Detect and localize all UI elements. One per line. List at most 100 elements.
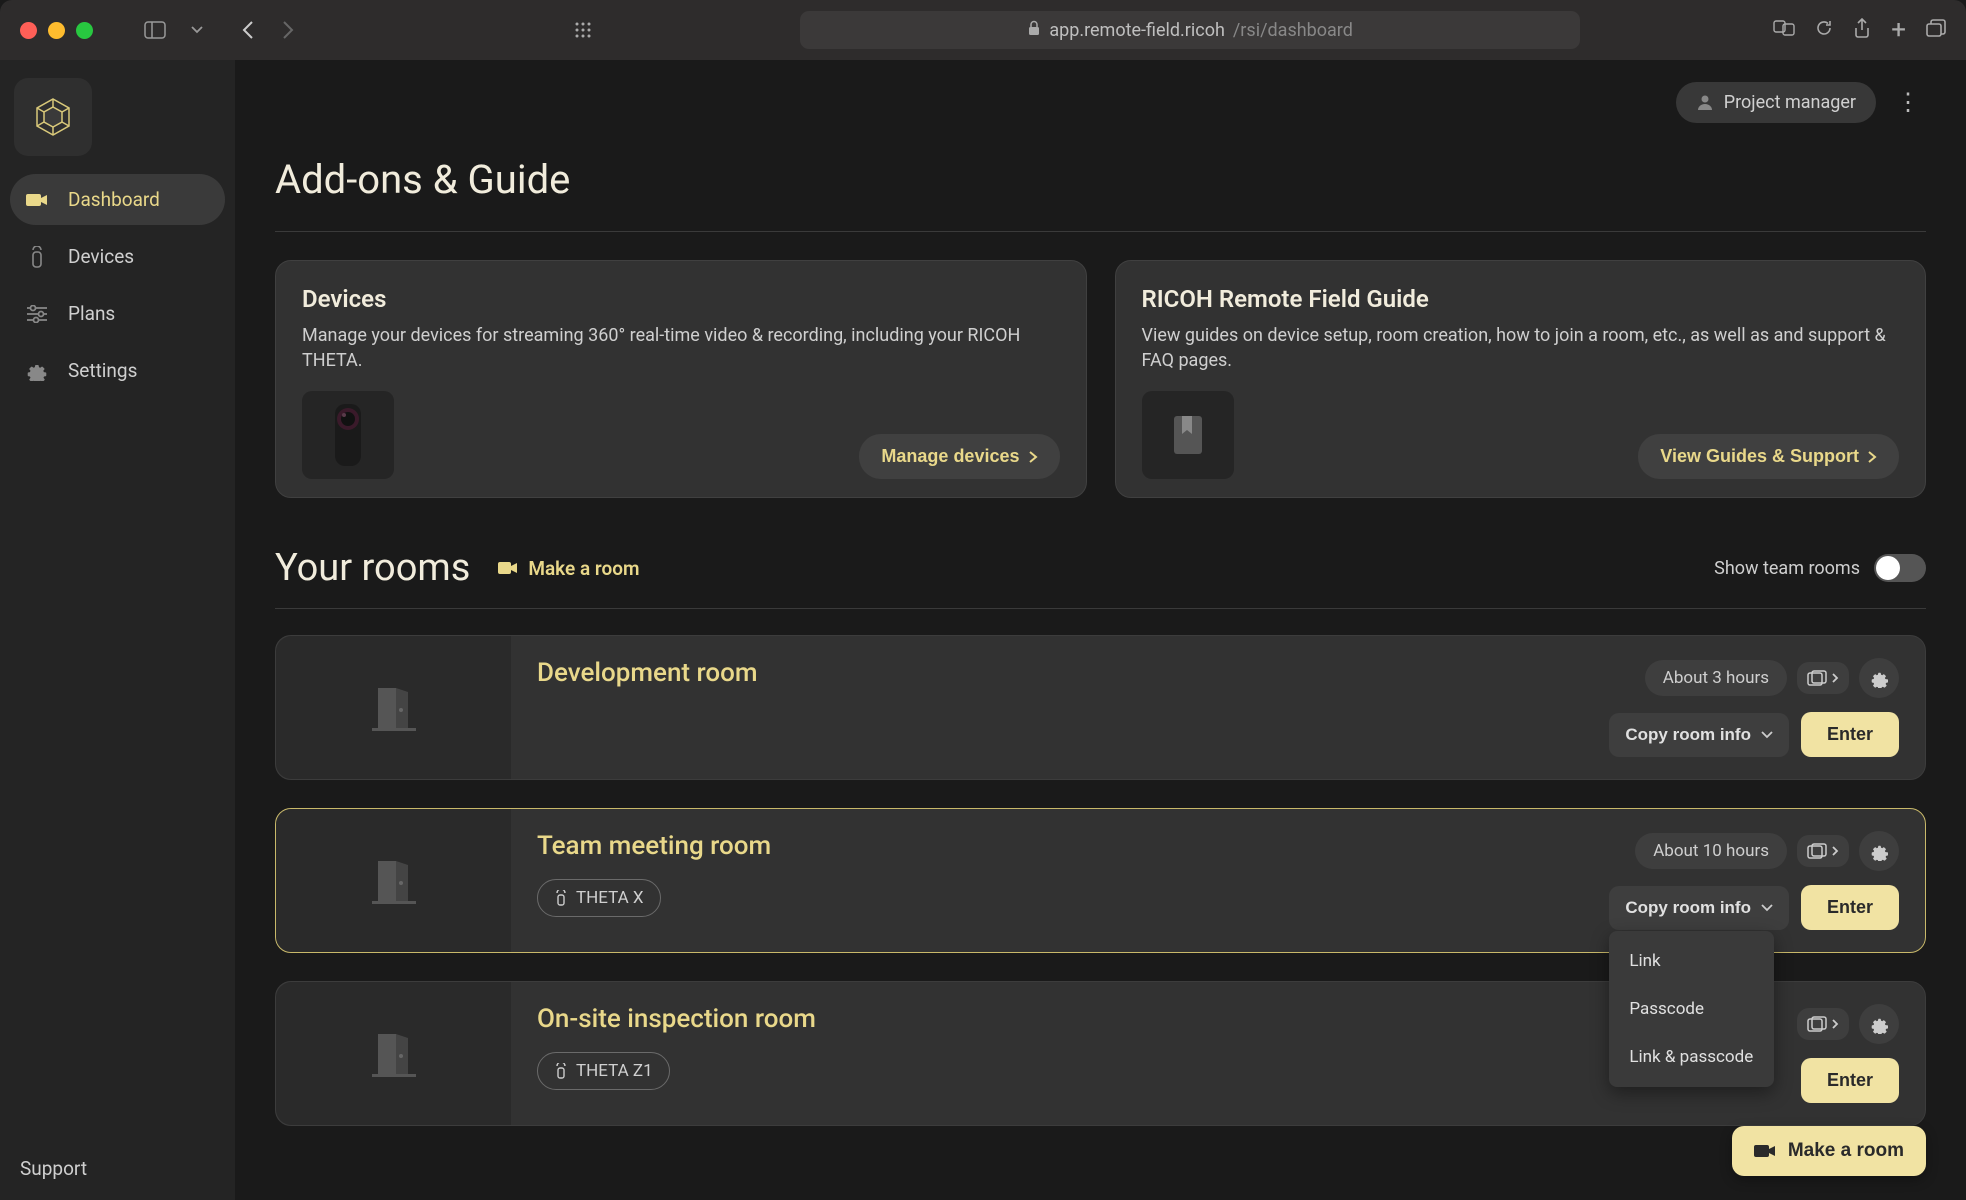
remote-icon	[554, 1063, 568, 1079]
new-tab-icon[interactable]: +	[1891, 15, 1906, 45]
reload-icon[interactable]	[1815, 19, 1833, 41]
maximize-window-button[interactable]	[76, 22, 93, 39]
more-menu-button[interactable]: ⋮	[1890, 82, 1926, 122]
room-name[interactable]: Development room	[537, 658, 758, 688]
room-name[interactable]: On-site inspection room	[537, 1004, 816, 1034]
gear-icon	[1869, 841, 1889, 861]
make-room-fab[interactable]: Make a room	[1732, 1126, 1926, 1176]
button-label: View Guides & Support	[1660, 446, 1859, 467]
gear-icon	[1869, 1014, 1889, 1034]
chevron-down-icon	[1761, 731, 1773, 739]
forward-button[interactable]	[273, 16, 301, 44]
device-label: THETA Z1	[576, 1061, 653, 1081]
card-desc: Manage your devices for streaming 360° r…	[302, 323, 1060, 373]
enter-room-button[interactable]: Enter	[1801, 712, 1899, 757]
chevron-down-icon[interactable]	[183, 16, 211, 44]
camera-icon	[26, 192, 48, 208]
copy-room-info-button[interactable]: Copy room info	[1609, 886, 1789, 930]
minimize-window-button[interactable]	[48, 22, 65, 39]
window-controls	[20, 22, 93, 39]
make-room-link[interactable]: Make a room	[498, 557, 639, 580]
chevron-right-icon	[1831, 845, 1839, 857]
device-chip[interactable]: THETA Z1	[537, 1052, 670, 1090]
copy-menu-link[interactable]: Link	[1609, 937, 1774, 985]
door-icon	[372, 857, 416, 905]
chevron-right-icon	[1867, 450, 1877, 464]
sidebar-item-settings[interactable]: Settings	[10, 345, 225, 396]
close-window-button[interactable]	[20, 22, 37, 39]
enter-room-button[interactable]: Enter	[1801, 885, 1899, 930]
address-bar[interactable]: app.remote-field.ricoh/rsi/dashboard	[800, 11, 1580, 49]
sidebar-item-plans[interactable]: Plans	[10, 288, 225, 339]
copy-menu-link-passcode[interactable]: Link & passcode	[1609, 1033, 1774, 1081]
show-team-rooms-label: Show team rooms	[1714, 558, 1860, 579]
copy-label: Copy room info	[1625, 898, 1751, 918]
button-label: Manage devices	[881, 446, 1019, 467]
user-role-label: Project manager	[1724, 92, 1856, 113]
sidebar-item-dashboard[interactable]: Dashboard	[10, 174, 225, 225]
card-title: Devices	[302, 285, 1060, 313]
support-link[interactable]: Support	[0, 1137, 235, 1200]
chevron-right-icon	[1831, 1018, 1839, 1030]
nav-label: Dashboard	[68, 188, 160, 211]
show-team-rooms-toggle[interactable]	[1874, 554, 1926, 582]
chevron-down-icon	[1761, 904, 1773, 912]
card-desc: View guides on device setup, room creati…	[1142, 323, 1900, 373]
device-chip[interactable]: THETA X	[537, 879, 661, 917]
lock-icon	[1027, 20, 1041, 41]
view-guides-button[interactable]: View Guides & Support	[1638, 434, 1899, 479]
room-card: Team meeting room THETA X About 10 hours	[275, 808, 1926, 953]
room-time-badge: About 3 hours	[1645, 660, 1787, 696]
sliders-icon	[26, 305, 48, 323]
copy-room-info-button[interactable]: Copy room info	[1609, 713, 1789, 757]
back-button[interactable]	[235, 16, 263, 44]
room-settings-button[interactable]	[1859, 831, 1899, 871]
gallery-icon	[1807, 670, 1827, 686]
sidebar: Dashboard Devices Plans Settings Support	[0, 60, 235, 1200]
gallery-icon	[1807, 843, 1827, 859]
sidebar-item-devices[interactable]: Devices	[10, 231, 225, 282]
tabs-overview-icon[interactable]	[1926, 19, 1946, 41]
gallery-button[interactable]	[1797, 835, 1849, 867]
gallery-button[interactable]	[1797, 662, 1849, 694]
room-name[interactable]: Team meeting room	[537, 831, 771, 861]
chevron-right-icon	[1831, 672, 1839, 684]
divider	[275, 608, 1926, 609]
manage-devices-button[interactable]: Manage devices	[859, 434, 1059, 479]
chevron-right-icon	[1028, 450, 1038, 464]
copy-menu-passcode[interactable]: Passcode	[1609, 985, 1774, 1033]
copy-label: Copy room info	[1625, 725, 1751, 745]
gallery-button[interactable]	[1797, 1008, 1849, 1040]
fab-label: Make a room	[1788, 1140, 1904, 1162]
device-label: THETA X	[576, 888, 644, 908]
nav-label: Settings	[68, 359, 137, 382]
room-thumbnail	[276, 636, 511, 779]
share-icon[interactable]	[1853, 18, 1871, 42]
user-icon	[1696, 93, 1714, 111]
copy-room-info-menu: Link Passcode Link & passcode	[1609, 931, 1774, 1087]
translate-icon[interactable]	[1773, 19, 1795, 41]
room-settings-button[interactable]	[1859, 658, 1899, 698]
main-content: Project manager ⋮ Add-ons & Guide Device…	[235, 60, 1966, 1200]
card-title: RICOH Remote Field Guide	[1142, 285, 1900, 313]
sidebar-toggle-icon[interactable]	[141, 16, 169, 44]
addons-title: Add-ons & Guide	[275, 156, 1926, 203]
apps-grid-icon[interactable]	[569, 16, 597, 44]
enter-room-button[interactable]: Enter	[1801, 1058, 1899, 1103]
room-thumbnail	[276, 982, 511, 1125]
guide-thumbnail	[1142, 391, 1234, 479]
camera-icon	[498, 561, 518, 575]
remote-icon	[554, 890, 568, 906]
user-role-chip[interactable]: Project manager	[1676, 82, 1876, 123]
app-logo	[14, 78, 92, 156]
url-host: app.remote-field.ricoh	[1049, 20, 1225, 41]
rooms-title: Your rooms	[275, 546, 470, 590]
room-settings-button[interactable]	[1859, 1004, 1899, 1044]
gear-icon	[26, 361, 48, 381]
url-path: /rsi/dashboard	[1233, 20, 1353, 41]
camera-icon	[1754, 1143, 1776, 1159]
guide-card: RICOH Remote Field Guide View guides on …	[1115, 260, 1927, 498]
remote-icon	[26, 246, 48, 268]
door-icon	[372, 1030, 416, 1078]
nav-label: Plans	[68, 302, 115, 325]
